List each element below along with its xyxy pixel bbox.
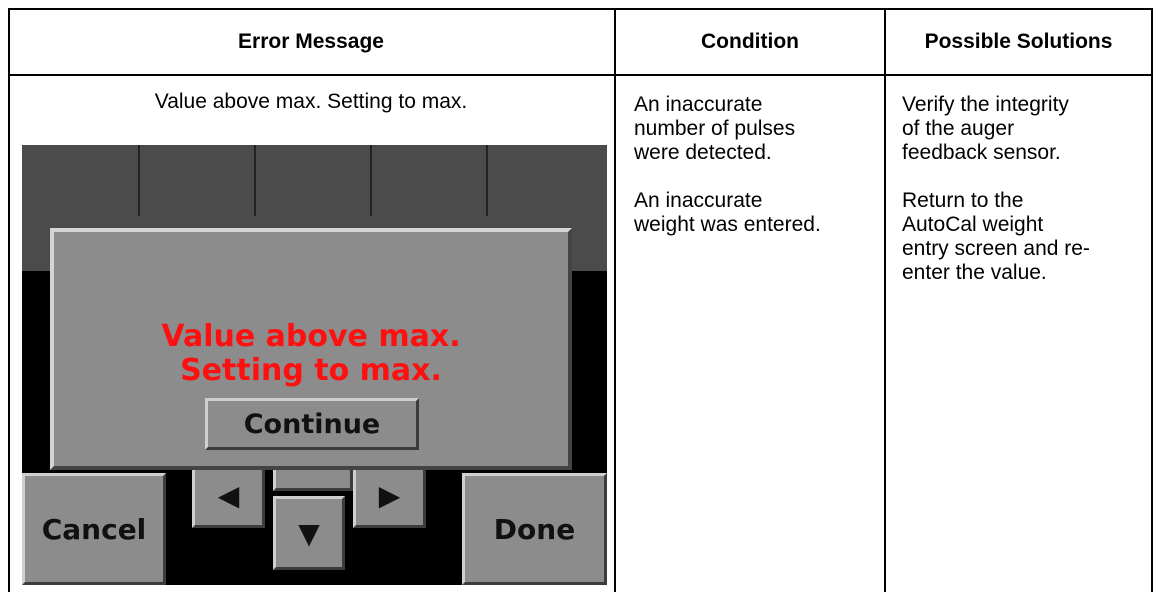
column-divider-1 xyxy=(614,8,616,592)
error-dialog: Value above max. Setting to max. Continu… xyxy=(50,228,572,470)
condition-line xyxy=(634,165,879,189)
top-grid xyxy=(22,145,607,216)
header-error-message: Error Message xyxy=(238,29,384,53)
condition-line: weight was entered. xyxy=(634,213,821,236)
down-arrow-button[interactable]: ▼ xyxy=(273,496,345,570)
solution-line: feedback sensor. xyxy=(902,141,1061,164)
down-arrow-icon: ▼ xyxy=(298,516,320,550)
dialog-message-line2: Setting to max. xyxy=(180,353,442,388)
condition-line: An inaccurate xyxy=(634,189,763,212)
right-arrow-icon: ▶ xyxy=(378,479,401,512)
solution-line: Verify the integrity xyxy=(902,93,1069,116)
grid-cell xyxy=(486,145,607,216)
error-table: Error Message Condition Possible Solutio… xyxy=(8,8,1153,592)
left-arrow-icon: ◀ xyxy=(217,479,240,512)
condition-line: were detected. xyxy=(634,141,772,164)
solution-line xyxy=(902,165,1147,189)
done-label: Done xyxy=(493,512,576,546)
grid-cell xyxy=(138,145,254,216)
solution-line: entry screen and re- xyxy=(902,237,1090,260)
solution-line: enter the value. xyxy=(902,261,1047,284)
device-screen: ◀ ▶ ▼ Cancel Done Value above max. Setti… xyxy=(22,145,607,585)
continue-button[interactable]: Continue xyxy=(205,398,419,450)
grid-cell xyxy=(254,145,370,216)
grid-cell xyxy=(370,145,486,216)
header-condition: Condition xyxy=(701,29,799,53)
header-possible-solutions: Possible Solutions xyxy=(924,29,1113,53)
cancel-button[interactable]: Cancel xyxy=(22,473,166,585)
right-arrow-button[interactable]: ▶ xyxy=(353,463,426,528)
solution-line: of the auger xyxy=(902,117,1015,140)
column-divider-2 xyxy=(884,8,886,592)
solution-line: AutoCal weight xyxy=(902,213,1044,236)
cancel-label: Cancel xyxy=(41,512,147,546)
condition-text: An inaccurate number of pulses were dete… xyxy=(634,93,879,237)
dialog-message-line1: Value above max. xyxy=(161,319,461,354)
condition-line: number of pulses xyxy=(634,117,796,140)
condition-line: An inaccurate xyxy=(634,93,763,116)
left-arrow-button[interactable]: ◀ xyxy=(192,463,265,528)
solutions-text: Verify the integrity of the auger feedba… xyxy=(902,93,1147,285)
done-button[interactable]: Done xyxy=(462,473,607,585)
continue-label: Continue xyxy=(243,408,381,440)
solution-line: Return to the xyxy=(902,189,1024,212)
grid-cell xyxy=(22,145,138,216)
error-caption: Value above max. Setting to max. xyxy=(154,90,468,113)
